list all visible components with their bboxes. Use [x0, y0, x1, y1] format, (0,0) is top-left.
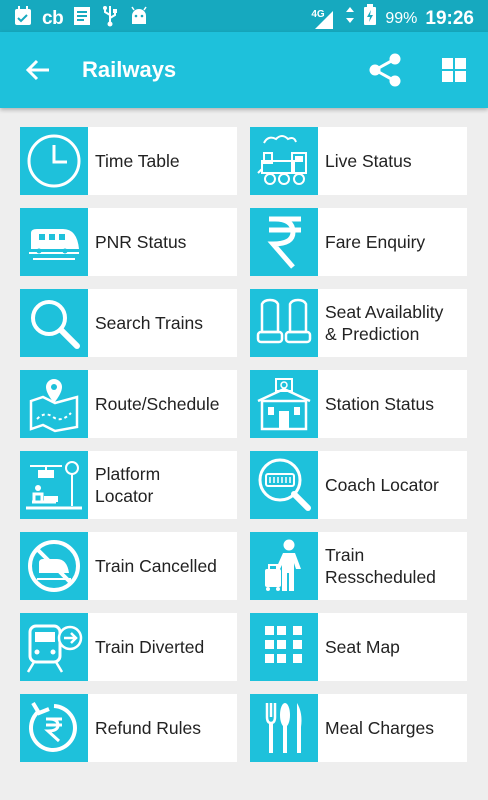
- signal-icon: 4G: [311, 8, 337, 30]
- search-icon: [20, 289, 88, 357]
- arrow-back-icon: [25, 59, 49, 81]
- bullet-train-icon: [20, 208, 88, 276]
- calendar-check-icon: [14, 6, 32, 31]
- menu-item-label: Live Status: [325, 151, 412, 171]
- menu-item-refund-rules[interactable]: Refund Rules: [20, 694, 237, 762]
- cb-icon: cb: [42, 7, 64, 29]
- rupee-icon: [250, 208, 318, 276]
- document-icon: [73, 6, 91, 31]
- usb-icon: [101, 5, 119, 32]
- clock-time: 19:26: [425, 8, 474, 29]
- menu-item-fare-enquiry[interactable]: Fare Enquiry: [250, 208, 467, 276]
- menu-item-label: Station Status: [325, 394, 434, 414]
- coach-search-icon: [250, 451, 318, 519]
- menu-item-meal-charges[interactable]: Meal Charges: [250, 694, 467, 762]
- data-arrows-icon: [345, 6, 355, 32]
- menu-item-platform-locator[interactable]: Platform Locator: [20, 451, 237, 519]
- menu-item-seat-availability[interactable]: Seat Availablity & Prediction: [250, 289, 467, 357]
- train-diverted-icon: [20, 613, 88, 681]
- battery-percent: 99%: [385, 10, 418, 27]
- menu-item-label: Seat Map: [325, 637, 400, 657]
- menu-item-live-status[interactable]: Live Status: [250, 127, 467, 195]
- grid-view-button[interactable]: [440, 56, 468, 84]
- menu-item-label: Meal Charges: [325, 718, 434, 738]
- platform-icon: [20, 451, 88, 519]
- menu-item-label: Train Diverted: [95, 637, 205, 657]
- train-cancelled-icon: [20, 532, 88, 600]
- traveler-luggage-icon: [250, 532, 318, 600]
- menu-item-label: Fare Enquiry: [325, 232, 426, 252]
- menu-item-label: Refund Rules: [95, 718, 202, 738]
- steam-train-icon: [250, 127, 318, 195]
- share-button[interactable]: [366, 51, 404, 89]
- share-icon: [369, 53, 401, 87]
- menu-item-label: PNR Status: [95, 232, 187, 252]
- menu-item-seat-map[interactable]: Seat Map: [250, 613, 467, 681]
- menu-item-route-schedule[interactable]: Route/Schedule: [20, 370, 237, 438]
- menu-item-train-diverted[interactable]: Train Diverted: [20, 613, 237, 681]
- station-building-icon: [250, 370, 318, 438]
- menu-item-coach-locator[interactable]: Coach Locator: [250, 451, 467, 519]
- seat-map-icon: [250, 613, 318, 681]
- back-button[interactable]: [22, 54, 54, 86]
- menu-item-label: Time Table: [95, 151, 180, 171]
- status-bar: cb 4G 99% 19:26: [0, 0, 488, 32]
- menu-item-train-rescheduled[interactable]: Train Resscheduled: [250, 532, 467, 600]
- android-icon: [129, 6, 149, 31]
- menu-item-label: Seat Availablity & Prediction: [325, 302, 444, 344]
- page-title: Railways: [82, 57, 177, 82]
- battery-icon: [363, 4, 377, 34]
- menu-item-label: Route/Schedule: [95, 394, 220, 414]
- menu-item-search-trains[interactable]: Search Trains: [20, 289, 237, 357]
- menu-item-time-table[interactable]: Time Table: [20, 127, 237, 195]
- seats-icon: [250, 289, 318, 357]
- app-bar: Railways: [0, 32, 488, 108]
- cutlery-icon: [250, 694, 318, 762]
- menu-item-label: Search Trains: [95, 313, 203, 333]
- clock-icon: [20, 127, 88, 195]
- menu-item-station-status[interactable]: Station Status: [250, 370, 467, 438]
- menu-item-label: Train Resscheduled: [325, 545, 436, 587]
- menu-item-pnr-status[interactable]: PNR Status: [20, 208, 237, 276]
- menu-item-train-cancelled[interactable]: Train Cancelled: [20, 532, 237, 600]
- grid-view-icon: [442, 58, 466, 82]
- menu-item-label: Platform Locator: [95, 464, 161, 506]
- menu-item-label: Train Cancelled: [95, 556, 217, 576]
- rupee-refund-icon: [20, 694, 88, 762]
- menu-item-label: Coach Locator: [325, 475, 439, 495]
- map-pin-icon: [20, 370, 88, 438]
